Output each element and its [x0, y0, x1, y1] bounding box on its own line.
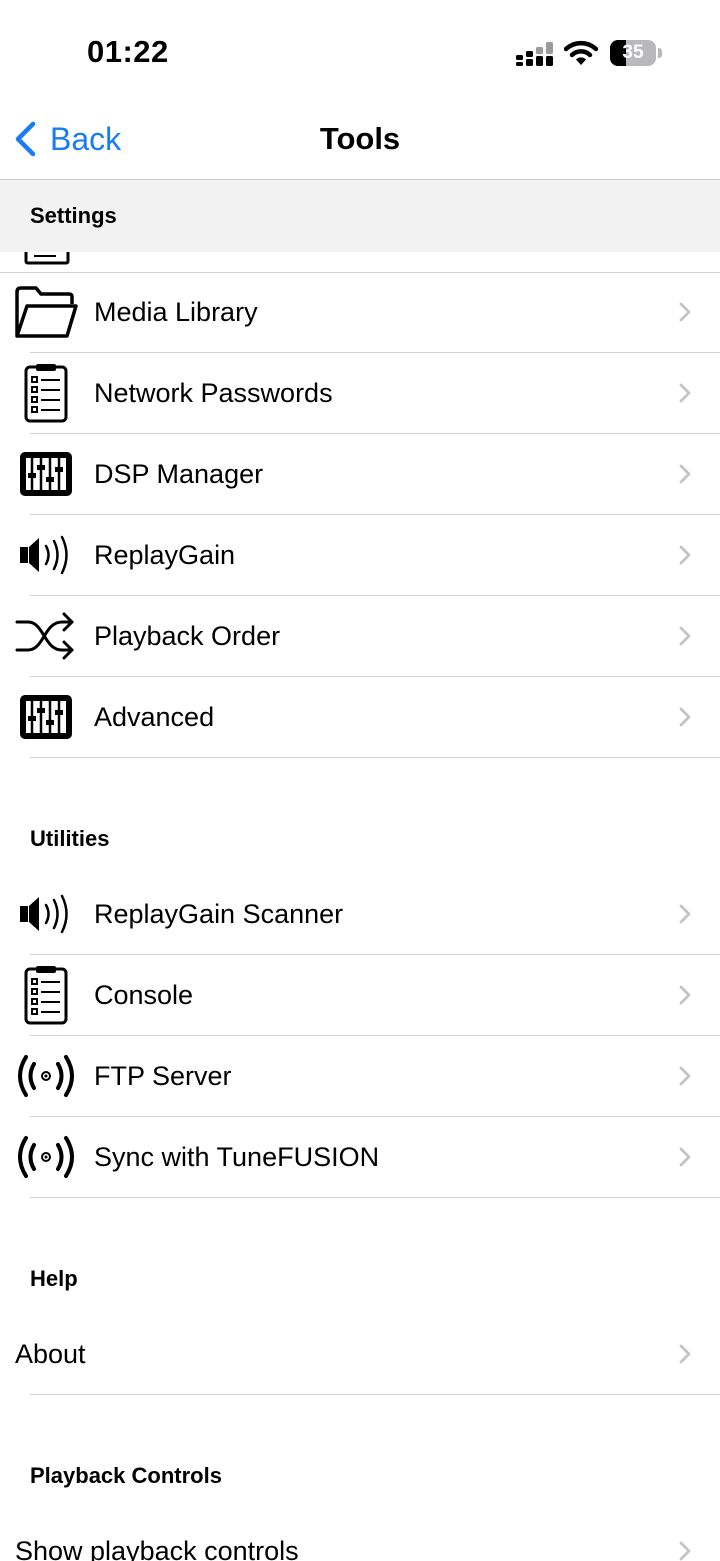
list-icon-partial: [24, 252, 70, 265]
list-item-console[interactable]: Console: [24, 955, 720, 1036]
navigation-bar: Back Tools: [0, 100, 720, 180]
speaker-volume-icon: [14, 886, 78, 942]
list-item-ftp-server[interactable]: FTP Server: [18, 1036, 720, 1117]
wifi-icon: [564, 40, 598, 65]
chevron-right-icon: [678, 1065, 692, 1092]
list-item-advanced[interactable]: Advanced: [20, 677, 720, 758]
broadcast-icon: [14, 1129, 78, 1185]
list-item-sync-with-tunefusion[interactable]: Sync with TuneFUSION: [18, 1117, 720, 1198]
speaker-volume-icon: [14, 527, 78, 583]
list-item-label: FTP Server: [94, 1061, 232, 1091]
equalizer-sliders-icon: [14, 446, 78, 502]
list-item-network-passwords[interactable]: Network Passwords: [24, 353, 720, 434]
tools-list[interactable]: Settings Media Library Network Passwords…: [0, 180, 720, 1561]
list-item-label: Media Library: [94, 297, 258, 327]
folder-icon: [14, 284, 78, 340]
chevron-right-icon: [678, 625, 692, 652]
list-item-label: Show playback controls: [15, 1536, 299, 1561]
section-utilities: Utilities: [0, 758, 720, 874]
clipboard-list-icon: [14, 966, 78, 1025]
chevron-right-icon: [678, 903, 692, 930]
shuffle-icon: [14, 608, 78, 664]
section-playback-controls: Playback Controls: [0, 1395, 720, 1511]
chevron-right-icon: [678, 382, 692, 409]
list-item-label: DSP Manager: [94, 459, 264, 489]
clipboard-list-icon: [14, 364, 78, 423]
list-item-label: Network Passwords: [94, 378, 333, 408]
section-header-help: Help: [30, 1266, 78, 1291]
list-item-label: Sync with TuneFUSION: [94, 1142, 380, 1172]
partially-hidden-row[interactable]: [0, 252, 720, 273]
chevron-right-icon: [678, 1343, 692, 1370]
section-header-playback-controls: Playback Controls: [30, 1463, 222, 1488]
list-item-media-library[interactable]: Media Library: [15, 272, 720, 353]
cellular-signal-icon: [516, 42, 553, 66]
list-item-label: Console: [94, 980, 194, 1010]
list-item-dsp-manager[interactable]: DSP Manager: [20, 434, 720, 515]
list-item-label: ReplayGain Scanner: [94, 899, 344, 929]
list-item-label: Playback Order: [94, 621, 281, 651]
list-item-replaygain[interactable]: ReplayGain: [20, 515, 720, 596]
chevron-right-icon: [678, 1146, 692, 1173]
section-help: Help: [0, 1198, 720, 1314]
battery-percent: 35: [622, 42, 644, 63]
battery-icon: 35: [610, 40, 662, 66]
list-item-label: ReplayGain: [94, 540, 236, 570]
section-header-utilities: Utilities: [30, 826, 110, 851]
list-item-label: Advanced: [94, 702, 215, 732]
chevron-right-icon: [678, 301, 692, 328]
list-item-replaygain-scanner[interactable]: ReplayGain Scanner: [20, 874, 720, 955]
status-time: 01:22: [87, 34, 169, 69]
chevron-right-icon: [678, 706, 692, 733]
chevron-right-icon: [678, 1540, 692, 1561]
equalizer-sliders-icon: [14, 689, 78, 745]
list-item-about[interactable]: About: [15, 1314, 720, 1395]
list-item-playback-order[interactable]: Playback Order: [15, 596, 720, 677]
list-item-show-playback-controls[interactable]: Show playback controls: [15, 1511, 720, 1561]
chevron-right-icon: [678, 544, 692, 571]
list-item-label: About: [15, 1339, 86, 1369]
chevron-right-icon: [678, 463, 692, 490]
chevron-right-icon: [678, 984, 692, 1011]
broadcast-icon: [14, 1048, 78, 1104]
page-title: Tools: [319, 121, 401, 156]
status-bar: 01:22 35: [0, 0, 720, 100]
section-header-settings: Settings: [0, 180, 720, 252]
